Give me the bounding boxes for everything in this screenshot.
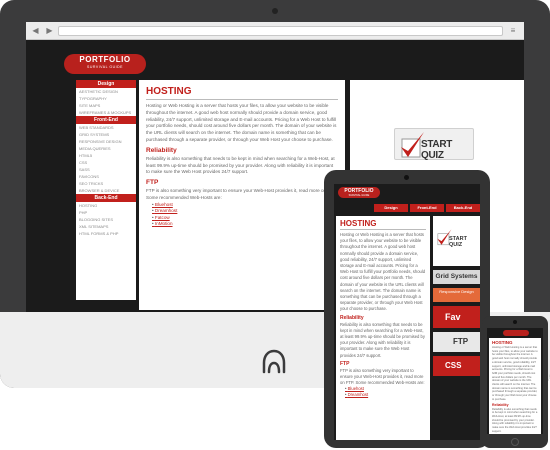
sidebar-nav: Design Aesthetic Design Typography Site … — [76, 80, 136, 300]
phone-screen: HOSTING Hosting or Web Hosting is a serv… — [487, 328, 543, 434]
ftp-tile[interactable]: FTP — [433, 332, 480, 352]
tablet-intro-paragraph: Hosting or Web Hosting is a server that … — [340, 232, 426, 312]
sidebar-item[interactable]: Web Standards — [76, 124, 136, 131]
sidebar-item[interactable]: Grid Systems — [76, 131, 136, 138]
sidebar-item[interactable]: XML Sitemaps — [76, 223, 136, 230]
phone-main-content: HOSTING Hosting or Web Hosting is a serv… — [489, 338, 541, 434]
sidebar-item[interactable]: Hosting — [76, 202, 136, 209]
sidebar-item[interactable]: Site Maps — [76, 102, 136, 109]
sidebar-item[interactable]: Browser & Device — [76, 187, 136, 194]
start-quiz-button[interactable]: START QUIZ — [394, 128, 474, 161]
tablet-reliability-paragraph: Reliability is also something that needs… — [340, 321, 425, 358]
ftp-heading: FTP — [146, 179, 159, 187]
tablet-tab-front-end[interactable]: Front-End — [410, 204, 444, 212]
sidebar-item[interactable]: PHP — [76, 209, 136, 216]
phone-page-title: HOSTING — [492, 340, 513, 345]
intro-paragraph: Hosting or Web Hosting is a server that … — [146, 103, 337, 142]
sidebar-item[interactable]: Blogging Sites — [76, 216, 136, 223]
tablet-reliability-heading: Reliability — [340, 314, 364, 321]
page-title: HOSTING — [146, 86, 338, 100]
grid-systems-tile[interactable]: Grid Systems — [433, 270, 480, 284]
phone-camera — [513, 320, 517, 324]
address-bar[interactable] — [58, 25, 503, 36]
logo-subtitle: SURVIVAL GUIDE — [87, 65, 123, 69]
reliability-heading: Reliability — [146, 146, 177, 154]
tablet-host-link[interactable]: Dreamhost — [340, 392, 426, 398]
reliability-paragraph: Reliability is also something that needs… — [146, 155, 335, 175]
phone-device: HOSTING Hosting or Web Hosting is a serv… — [482, 316, 548, 448]
sidebar-heading-design[interactable]: Design — [76, 80, 136, 88]
tablet-device: PORTFOLIO SURVIVAL GUIDE Design Front-En… — [324, 170, 490, 448]
sidebar-item[interactable]: Media Queries — [76, 145, 136, 152]
tablet-start-quiz-button[interactable]: START QUIZ — [433, 216, 480, 266]
tablet-camera — [404, 175, 409, 180]
tablet-ftp-heading: FTP — [340, 360, 350, 367]
sidebar-item[interactable]: HTML Forms & PHP — [76, 230, 136, 237]
browser-toolbar: ◀ ▶ ≡ — [26, 22, 524, 40]
sidebar-heading-front-end[interactable]: Front-End — [76, 116, 136, 124]
tablet-main-content: HOSTING Hosting or Web Hosting is a serv… — [336, 216, 430, 440]
sidebar-heading-back-end[interactable]: Back-End — [76, 194, 136, 202]
sidebar-item[interactable]: SEO Tricks — [76, 180, 136, 187]
start-quiz-label: START QUIZ — [421, 139, 453, 161]
phone-reliability-heading: Reliability — [492, 402, 509, 407]
sidebar-item[interactable]: Responsive Design — [76, 138, 136, 145]
back-icon[interactable]: ◀ — [30, 25, 41, 36]
main-content: HOSTING Hosting or Web Hosting is a serv… — [139, 80, 345, 310]
tablet-logo-title: PORTFOLIO — [344, 188, 374, 194]
devices-mockup: ◀ ▶ ≡ PORTFOLIO SURVIVAL GUIDE Design Ae… — [0, 0, 550, 450]
tablet-start-quiz-label: START QUIZ — [449, 236, 467, 248]
host-link[interactable]: InMotion — [146, 221, 338, 228]
tablet-tab-design[interactable]: Design — [374, 204, 408, 212]
tablet-site-logo[interactable]: PORTFOLIO SURVIVAL GUIDE — [338, 187, 380, 198]
menu-icon[interactable]: ≡ — [506, 26, 520, 36]
phone-site-logo[interactable] — [503, 330, 529, 336]
tablet-logo-subtitle: SURVIVAL GUIDE — [348, 194, 370, 197]
brand-logo-icon — [262, 349, 286, 374]
tablet-screen: PORTFOLIO SURVIVAL GUIDE Design Front-En… — [334, 184, 480, 440]
sidebar-item[interactable]: Favicons — [76, 173, 136, 180]
monitor-camera — [272, 8, 278, 14]
tablet-tab-back-end[interactable]: Back-End — [446, 204, 480, 212]
tablet-side-panel: START QUIZ Grid Systems Responsive Desig… — [433, 216, 480, 440]
phone-reliability-paragraph: Reliability is also something that needs… — [492, 407, 538, 433]
sidebar-item[interactable]: Aesthetic Design — [76, 88, 136, 95]
site-logo[interactable]: PORTFOLIO SURVIVAL GUIDE — [64, 54, 146, 74]
responsive-design-tile[interactable]: Responsive Design — [433, 288, 480, 302]
forward-icon[interactable]: ▶ — [44, 25, 55, 36]
favicons-tile[interactable]: Fav — [433, 306, 480, 328]
sidebar-item[interactable]: Typography — [76, 95, 136, 102]
phone-intro-paragraph: Hosting or Web Hosting is a server that … — [492, 346, 538, 401]
tablet-nav: Design Front-End Back-End — [374, 204, 480, 212]
ftp-paragraph: FTP is also something very important to … — [146, 188, 337, 200]
sidebar-item[interactable]: Wireframes & Mockups — [76, 109, 136, 116]
tablet-page-title: HOSTING — [340, 219, 426, 230]
sidebar-item[interactable]: HTML5 — [76, 152, 136, 159]
sidebar-item[interactable]: SASS — [76, 166, 136, 173]
logo-title: PORTFOLIO — [79, 55, 131, 64]
css-tile[interactable]: CSS — [433, 356, 480, 376]
phone-home-button[interactable] — [511, 438, 519, 446]
sidebar-item[interactable]: CSS — [76, 159, 136, 166]
tablet-ftp-paragraph: FTP is also something very important to … — [340, 367, 425, 386]
